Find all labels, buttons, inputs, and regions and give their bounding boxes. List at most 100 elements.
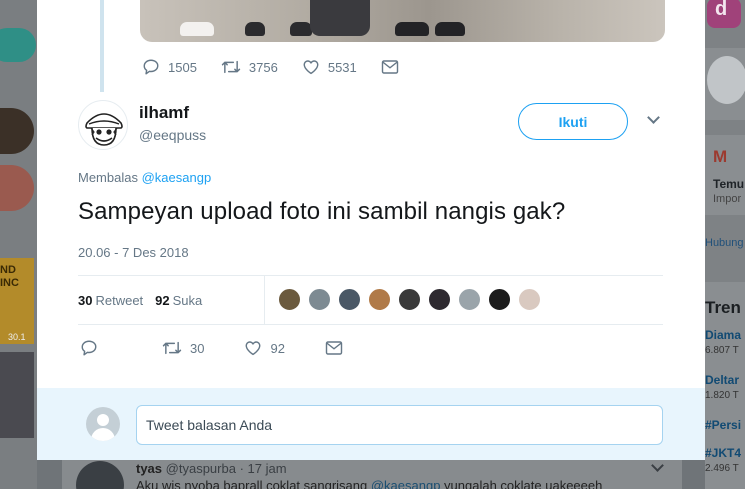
- photo-detail: [310, 0, 370, 36]
- divider: [78, 324, 663, 325]
- background-trend-name: Deltar: [705, 373, 740, 387]
- background-avatar: [0, 108, 34, 154]
- photo-detail: [245, 22, 265, 36]
- follow-button[interactable]: Ikuti: [518, 103, 628, 140]
- liker-avatar[interactable]: [308, 288, 331, 311]
- envelope-icon: [381, 60, 398, 74]
- photo-detail: [180, 22, 214, 36]
- background-trend-name: Diama: [705, 328, 742, 342]
- retweet-icon: [162, 341, 182, 355]
- liker-avatar[interactable]: [368, 288, 391, 311]
- retweet-icon: [221, 60, 241, 74]
- photo-detail: [395, 22, 429, 36]
- reply-icon: [81, 340, 97, 356]
- background-tweet-header: tyas @tyaspurba · 17 jam: [136, 461, 287, 476]
- background-tweet-text-part: Aku wis nyoba baprall coklat sangrisang: [136, 478, 371, 489]
- retweet-action[interactable]: 3756: [221, 58, 278, 76]
- reply-composer: Tweet balasan Anda: [37, 388, 705, 460]
- heart-icon: [246, 341, 261, 356]
- background-promo-text: ND INC: [0, 264, 19, 289]
- background-promo-image: ND INC 30.1: [0, 258, 34, 344]
- user-handle[interactable]: @eeqpuss: [139, 127, 206, 143]
- liker-avatar[interactable]: [428, 288, 451, 311]
- tweet-stats: 30 Retweet 92 Suka: [78, 276, 663, 324]
- liker-avatar[interactable]: [458, 288, 481, 311]
- background-trend-name: #Persi: [705, 418, 742, 432]
- like-stat-label: Suka: [172, 292, 203, 308]
- liker-avatar[interactable]: [518, 288, 541, 311]
- background-tweet-text: Aku wis nyoba baprall coklat sangrisang …: [136, 478, 602, 489]
- direct-message-action[interactable]: [325, 340, 351, 356]
- background-trend-name: #JKT4: [705, 446, 742, 460]
- like-action[interactable]: 92: [244, 339, 285, 357]
- reply-input[interactable]: Tweet balasan Anda: [136, 405, 663, 445]
- chevron-down-icon[interactable]: [647, 111, 660, 124]
- background-left-rail: ND INC 30.1: [0, 0, 37, 489]
- replying-to: Membalas @kaesangp: [78, 170, 211, 185]
- previous-tweet-actions: 1505 3756 5531: [142, 58, 431, 76]
- thread-connector-line: [100, 0, 104, 92]
- retweet-stat-count: 30: [78, 292, 93, 308]
- background-promo-num: 30.1: [8, 332, 26, 342]
- tweet-actions: 30 92: [80, 339, 375, 357]
- retweet-stat-label: Retweet: [95, 292, 144, 308]
- background-link: Hubung: [705, 237, 744, 249]
- background-avatar: [76, 461, 124, 489]
- background-trends-card: Tren Diama 6.807 T Deltar 1.820 T #Persi…: [705, 282, 745, 489]
- replying-to-mention[interactable]: @kaesangp: [142, 170, 212, 185]
- background-gmail-sub: Impor: [713, 193, 742, 205]
- liker-avatar[interactable]: [398, 288, 421, 311]
- reply-action[interactable]: 1505: [142, 58, 197, 76]
- heart-icon: [303, 60, 319, 75]
- background-avatar: [0, 165, 34, 211]
- liker-avatar[interactable]: [488, 288, 511, 311]
- background-card: [705, 48, 745, 120]
- background-tweet-mention: @kaesangp: [370, 478, 441, 489]
- liker-avatars: [278, 288, 548, 311]
- retweet-action[interactable]: 30: [162, 339, 204, 357]
- chevron-down-icon: [651, 459, 664, 472]
- gmail-icon: M: [713, 147, 728, 166]
- straw-hat-avatar-icon: [85, 113, 123, 146]
- background-trends-title: Tren: [705, 298, 741, 317]
- retweet-count: 30: [190, 340, 205, 356]
- background-tweet-name: tyas: [136, 461, 163, 476]
- avatar[interactable]: [78, 100, 128, 150]
- background-tweet-text-part: yungalah coklate uakeeeeh: [440, 478, 603, 489]
- liker-avatar[interactable]: [278, 288, 301, 311]
- like-stat[interactable]: 92 Suka: [155, 293, 202, 308]
- tweet-timestamp[interactable]: 20.06 - 7 Des 2018: [78, 245, 189, 260]
- envelope-icon: [325, 341, 343, 355]
- avatar-head: [97, 414, 109, 426]
- reply-action[interactable]: [80, 339, 106, 357]
- retweet-count: 3756: [248, 59, 278, 75]
- photo-detail: [290, 22, 312, 36]
- background-app-logo: d: [707, 0, 741, 28]
- background-gmail-title: Temu: [713, 177, 745, 191]
- user-avatar-icon: [86, 407, 120, 441]
- like-count: 5531: [327, 59, 357, 75]
- tweet-text: Sampeyan upload foto ini sambil nangis g…: [78, 198, 566, 225]
- previous-tweet-photo[interactable]: [140, 0, 665, 42]
- tweet-modal: 1505 3756 5531 ilhamf @eeqpuss Ikuti Mem…: [37, 0, 705, 460]
- background-trend-count: 1.820 T: [705, 390, 739, 401]
- reply-count: 1505: [168, 59, 197, 75]
- background-tweet-handle: @tyaspurba: [165, 461, 236, 476]
- divider: [264, 276, 265, 324]
- like-action[interactable]: 5531: [302, 58, 357, 76]
- like-count: 92: [270, 340, 285, 356]
- replying-to-label: Membalas: [78, 170, 138, 185]
- background-compose-button: [0, 28, 36, 62]
- background-right-rail: d M Temu Impor Hubung Tren Diama 6.807 T…: [705, 0, 745, 489]
- background-next-tweet: tyas @tyaspurba · 17 jam Aku wis nyoba b…: [62, 455, 682, 489]
- background-photo: [0, 352, 34, 438]
- retweet-stat[interactable]: 30 Retweet: [78, 293, 143, 308]
- background-gmail-card: M Temu Impor: [705, 135, 745, 215]
- liker-avatar[interactable]: [338, 288, 361, 311]
- reply-icon: [143, 59, 159, 75]
- background-trend-count: 6.807 T: [705, 345, 739, 356]
- display-name[interactable]: ilhamf: [139, 103, 189, 123]
- background-tweet-time: · 17 jam: [239, 461, 287, 476]
- avatar-body: [91, 428, 115, 441]
- direct-message-action[interactable]: [381, 59, 407, 75]
